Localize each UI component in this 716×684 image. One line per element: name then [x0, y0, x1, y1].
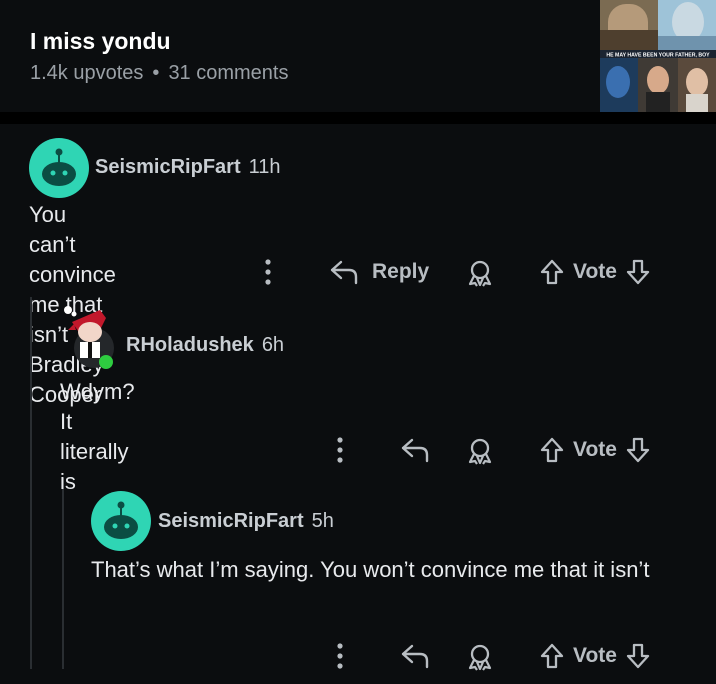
downvote-icon[interactable] [625, 642, 651, 670]
thread-line[interactable] [30, 297, 32, 669]
comment-age: 11h [248, 156, 281, 178]
post-thumbnail[interactable]: HE MAY HAVE BEEN YOUR FATHER, BOY [600, 0, 716, 112]
post-title[interactable]: I miss yondu [30, 28, 171, 55]
award-button[interactable] [466, 437, 494, 465]
comment-count: 31 comments [168, 62, 289, 84]
post-meta: 1.4k upvotes • 31 comments [30, 62, 289, 85]
reply-icon [330, 260, 358, 285]
vote-label: Vote [573, 260, 617, 283]
vote-control: Vote [539, 642, 651, 670]
avatar[interactable] [91, 491, 151, 551]
downvote-icon[interactable] [625, 436, 651, 464]
comment-age: 5h [311, 510, 334, 532]
snoo-icon [104, 501, 138, 539]
meta-separator: • [152, 62, 160, 84]
award-icon [468, 644, 492, 671]
avatar[interactable] [29, 138, 89, 198]
downvote-icon[interactable] [625, 258, 651, 286]
more-icon[interactable] [334, 642, 346, 670]
vote-label: Vote [573, 644, 617, 667]
reply-button[interactable] [400, 643, 430, 669]
username-text[interactable]: RHoladushek [126, 334, 254, 356]
upvote-count: 1.4k upvotes [30, 62, 144, 84]
comment-age: 6h [261, 334, 285, 356]
more-icon[interactable] [262, 258, 274, 286]
comment-username[interactable]: SeismicRipFart 5h [158, 510, 334, 533]
username-text[interactable]: SeismicRipFart [158, 510, 304, 532]
reply-icon [401, 644, 429, 669]
custom-avatar-icon [64, 306, 114, 369]
reply-button[interactable] [400, 437, 430, 463]
comment-username[interactable]: RHoladushek 6h [126, 334, 284, 357]
reply-button[interactable]: Reply [329, 259, 429, 285]
award-button[interactable] [466, 259, 494, 287]
post-header[interactable]: I miss yondu 1.4k upvotes • 31 comments HE… [0, 0, 716, 113]
reply-label: Reply [372, 260, 430, 283]
username-text[interactable]: SeismicRipFart [95, 156, 241, 178]
thumbnail-caption: HE MAY HAVE BEEN YOUR FATHER, BOY [606, 53, 710, 59]
snoo-icon [42, 148, 76, 186]
comment-username[interactable]: SeismicRipFart 11h [95, 156, 281, 179]
thread-line[interactable] [62, 478, 64, 669]
comment-body: Wdym? It literally is [60, 379, 135, 494]
more-icon[interactable] [334, 436, 346, 464]
post-divider [0, 112, 716, 124]
award-button[interactable] [466, 643, 494, 671]
reply-icon [401, 438, 429, 463]
vote-label: Vote [573, 438, 617, 461]
upvote-icon[interactable] [539, 642, 565, 670]
comment-body: That’s what I’m saying. You won’t convin… [91, 557, 650, 582]
avatar[interactable] [60, 300, 120, 370]
vote-control: Vote [539, 436, 651, 464]
vote-control: Vote [539, 258, 651, 286]
online-status-dot [99, 355, 113, 369]
award-icon [468, 438, 492, 465]
upvote-icon[interactable] [539, 258, 565, 286]
award-icon [468, 260, 492, 287]
upvote-icon[interactable] [539, 436, 565, 464]
